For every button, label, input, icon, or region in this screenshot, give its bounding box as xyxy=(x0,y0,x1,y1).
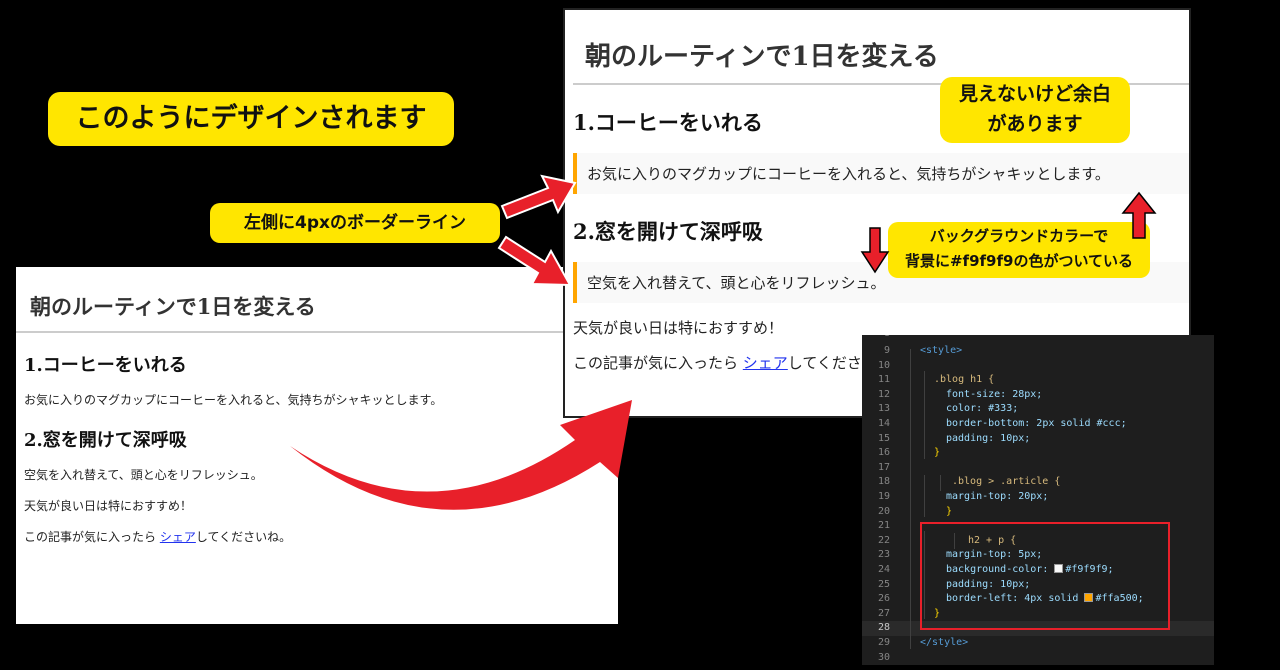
big-curved-arrow xyxy=(290,400,632,510)
arrow-to-border-1 xyxy=(500,174,577,220)
arrow-to-border-2 xyxy=(497,235,572,287)
down-arrow-icon xyxy=(860,227,890,274)
up-arrow-icon xyxy=(1121,191,1157,239)
arrow-overlay xyxy=(290,174,1157,510)
